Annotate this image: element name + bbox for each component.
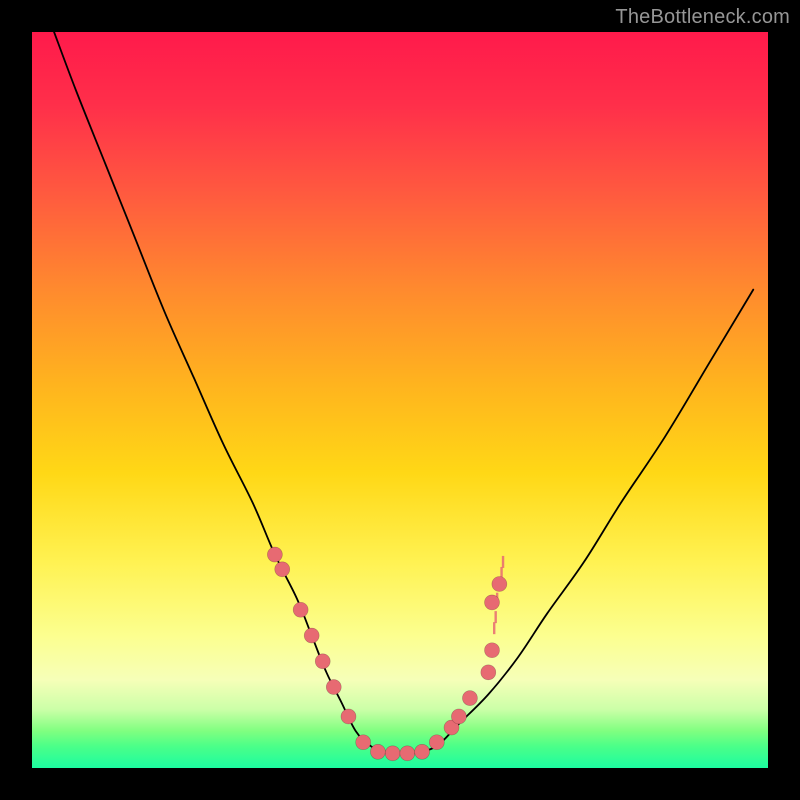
marker-dot	[370, 744, 385, 759]
chart-svg	[32, 32, 768, 768]
curve-markers	[267, 547, 506, 761]
marker-dot	[267, 547, 282, 562]
marker-dot	[326, 680, 341, 695]
marker-blip	[493, 622, 495, 634]
marker-dot	[451, 709, 466, 724]
marker-dot	[462, 691, 477, 706]
marker-blip	[502, 556, 504, 568]
marker-dot	[275, 562, 290, 577]
marker-dot	[485, 595, 500, 610]
marker-dot	[315, 654, 330, 669]
marker-dot	[485, 643, 500, 658]
plot-area	[32, 32, 768, 768]
marker-dot	[385, 746, 400, 761]
marker-dot	[293, 602, 308, 617]
marker-dot	[492, 577, 507, 592]
marker-dot	[400, 746, 415, 761]
marker-dot	[429, 735, 444, 750]
marker-dot	[415, 744, 430, 759]
curve-blips	[493, 556, 504, 634]
marker-dot	[304, 628, 319, 643]
marker-dot	[356, 735, 371, 750]
marker-dot	[341, 709, 356, 724]
chart-stage: TheBottleneck.com	[0, 0, 800, 800]
bottleneck-curve	[54, 32, 753, 754]
watermark-text: TheBottleneck.com	[615, 6, 790, 29]
marker-dot	[481, 665, 496, 680]
marker-blip	[494, 611, 496, 623]
